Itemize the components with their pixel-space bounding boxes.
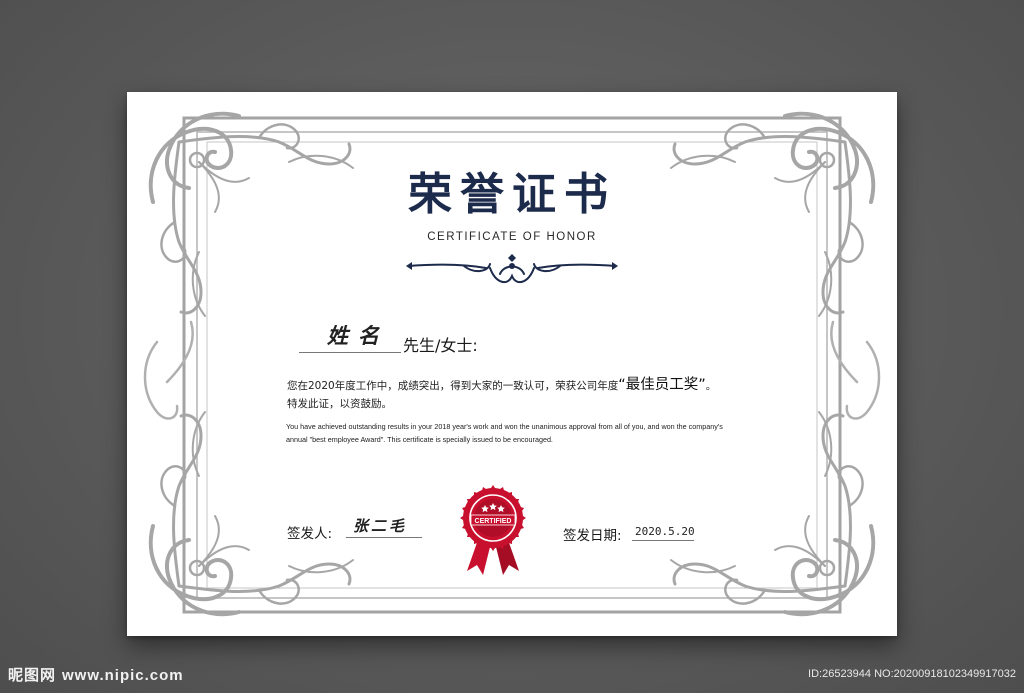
body-text-english: You have achieved outstanding results in…	[286, 420, 756, 446]
certificate-title: 荣誉证书	[408, 169, 616, 220]
image-id-text: ID:26523944 NO:20200918102349917032	[808, 668, 1016, 680]
ornament-divider	[406, 254, 618, 284]
issuer-label: 签发人:	[287, 526, 333, 542]
body-en-line2: annual "best employee Award". This certi…	[286, 435, 553, 444]
recipient-name: 姓名	[327, 323, 389, 348]
issuer-underline	[346, 537, 422, 538]
site-watermark: 昵图网 www.nipic.com	[8, 664, 184, 685]
site-name: 昵图网	[8, 666, 57, 684]
body-zh-period: 。	[705, 380, 717, 392]
award-name: “最佳员工奖”	[618, 377, 706, 393]
issuer-signature: 张二毛	[353, 517, 408, 535]
body-zh-line2: 特发此证，以资鼓励。	[287, 398, 392, 410]
issue-date-label: 签发日期:	[563, 528, 622, 544]
body-en-line1: You have achieved outstanding results in…	[286, 422, 723, 431]
body-zh-prefix: 您在2020年度工作中，成绩突出，得到大家的一致认可，荣获公司年度	[287, 380, 619, 392]
seal-text: CERTIFIED	[475, 518, 512, 525]
certificate-card: 荣誉证书 CERTIFICATE OF HONOR 姓名 先生/女士: 您在20…	[127, 92, 897, 636]
certificate-subtitle: CERTIFICATE OF HONOR	[427, 231, 597, 243]
name-underline	[299, 352, 401, 353]
date-underline	[632, 540, 694, 541]
salutation: 先生/女士:	[403, 336, 478, 355]
site-url: www.nipic.com	[62, 667, 184, 684]
body-text-chinese: 您在2020年度工作中，成绩突出，得到大家的一致认可，荣获公司年度“最佳员工奖”…	[287, 376, 757, 413]
certified-seal-icon: CERTIFIED	[460, 485, 526, 575]
issue-date-value: 2020.5.20	[635, 525, 695, 538]
